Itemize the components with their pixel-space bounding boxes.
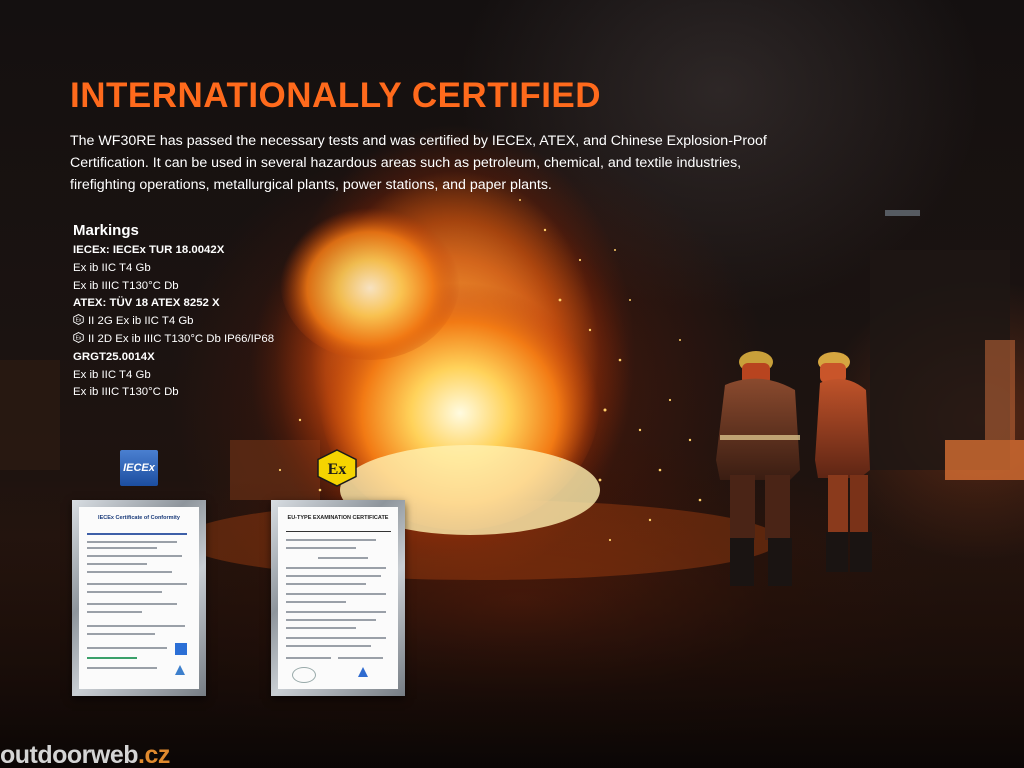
background-structure (0, 360, 60, 470)
background-structure (885, 210, 920, 216)
certificate-paper: IECEx Certificate of Conformity (79, 507, 199, 689)
background-structure (945, 440, 1024, 480)
ex-hexagon-icon: Ex (73, 332, 84, 343)
marking-line: Ex II 2G Ex ib IIC T4 Gb (73, 313, 373, 331)
atex-certificate-image: EU-TYPE EXAMINATION CERTIFICATE (271, 500, 405, 696)
marking-text: Ex ib IIIC T130°C Db (73, 279, 179, 292)
marking-text: II 2G Ex ib IIC T4 Gb (88, 315, 194, 328)
marking-text: GRGT25.0014X (73, 350, 155, 363)
marking-line: Ex ib IIC T4 Gb (73, 367, 373, 385)
certificate-title: EU-TYPE EXAMINATION CERTIFICATE (287, 515, 389, 521)
marking-line: Ex II 2D Ex ib IIIC T130°C Db IP66/IP68 (73, 331, 373, 349)
marking-text: Ex ib IIC T4 Gb (73, 368, 151, 381)
marking-line: Ex ib IIIC T130°C Db (73, 278, 373, 296)
svg-text:Ex: Ex (76, 336, 82, 342)
page-title: INTERNATIONALLY CERTIFIED (70, 76, 602, 115)
atex-logo-text: Ex (328, 461, 347, 478)
markings-title: Markings (73, 222, 139, 239)
marking-line: ATEX: TÜV 18 ATEX 8252 X (73, 295, 373, 313)
marking-text: II 2D Ex ib IIIC T130°C Db IP66/IP68 (88, 332, 275, 345)
marking-line: GRGT25.0014X (73, 349, 373, 367)
atex-ex-logo: Ex (317, 449, 357, 487)
markings-section: Markings IECEx: IECEx TUR 18.0042X Ex ib… (73, 222, 373, 402)
marking-text: ATEX: TÜV 18 ATEX 8252 X (73, 297, 220, 310)
certificate-paper: EU-TYPE EXAMINATION CERTIFICATE (278, 507, 398, 689)
watermark-tld: .cz (138, 741, 170, 768)
background-structure (985, 340, 1015, 440)
marking-text: Ex ib IIIC T130°C Db (73, 386, 179, 399)
ex-hexagon-icon: Ex (73, 314, 84, 326)
marking-line: IECEx: IECEx TUR 18.0042X (73, 242, 373, 260)
marking-line: Ex ib IIC T4 Gb (73, 260, 373, 278)
marking-text: Ex ib IIC T4 Gb (73, 261, 151, 274)
watermark-brand: outdoorweb (0, 741, 139, 768)
intro-paragraph: The WF30RE has passed the necessary test… (70, 133, 767, 193)
certificate-title: IECEx Certificate of Conformity (98, 515, 180, 521)
marking-line: Ex ib IIIC T130°C Db (73, 384, 373, 402)
product-banner: INTERNATIONALLY CERTIFIED The WF30RE has… (0, 0, 1024, 768)
watermark-logo: outdoorweb.cz (0, 740, 170, 768)
iecex-certificate-image: IECEx Certificate of Conformity (72, 500, 206, 696)
marking-text: IECEx: IECEx TUR 18.0042X (73, 244, 225, 256)
iecex-logo: IECEx (120, 450, 158, 486)
svg-text:Ex: Ex (76, 318, 82, 324)
